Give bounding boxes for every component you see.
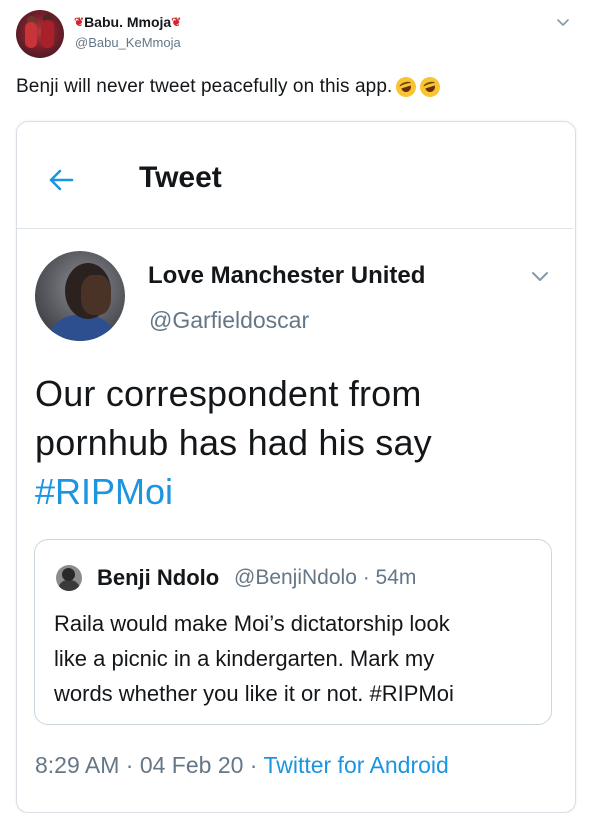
rolling-laughing-emoji-icon: [393, 74, 419, 100]
quoted-avatar: [56, 565, 82, 591]
maple-leaf-icon: ❦: [74, 15, 85, 29]
inner-avatar: [35, 251, 125, 341]
inner-tweet-line: pornhub has had his say: [35, 422, 432, 463]
outer-tweet-body: Benji will never tweet peacefully on thi…: [16, 76, 393, 97]
quoted-tweet-line: like a picnic in a kindergarten. Mark my: [54, 646, 435, 671]
screenshot-header-title: Tweet: [139, 161, 222, 194]
outer-tweet-text: Benji will never tweet peacefully on thi…: [16, 74, 443, 100]
rolling-laughing-emoji-icon: [417, 74, 443, 100]
header-divider: [17, 228, 573, 229]
timestamp-text: 8:29 AM · 04 Feb 20 ·: [35, 752, 264, 778]
chevron-down-icon: [532, 272, 548, 281]
maple-leaf-icon: ❦: [171, 15, 182, 29]
outer-display-name[interactable]: ❦ Babu. Mmoja ❦: [74, 14, 181, 30]
inner-author-handle: @Garfieldoscar: [149, 307, 310, 333]
quoted-author-name: Benji Ndolo: [97, 565, 220, 590]
tweet-timestamp: 8:29 AM · 04 Feb 20 · Twitter for Androi…: [35, 752, 449, 779]
quoted-tweet-line: Raila would make Moi’s dictatorship look: [54, 611, 450, 636]
outer-handle[interactable]: @Babu_KeMmoja: [75, 35, 181, 50]
inner-tweet-line: Our correspondent from: [35, 373, 422, 414]
outer-avatar[interactable]: [16, 10, 64, 58]
arrow-left-icon: [49, 169, 74, 191]
inner-hashtag: #RIPMoi: [35, 471, 174, 512]
quoted-tweet-line: words whether you like it or not. #RIPMo…: [54, 681, 454, 706]
tweet-source-link: Twitter for Android: [263, 752, 449, 778]
inner-author-name: Love Manchester United: [148, 262, 426, 289]
quoted-author-meta: @BenjiNdolo · 54m: [234, 566, 417, 589]
chevron-down-icon[interactable]: [555, 14, 571, 30]
outer-display-name-text: Babu. Mmoja: [84, 14, 172, 30]
